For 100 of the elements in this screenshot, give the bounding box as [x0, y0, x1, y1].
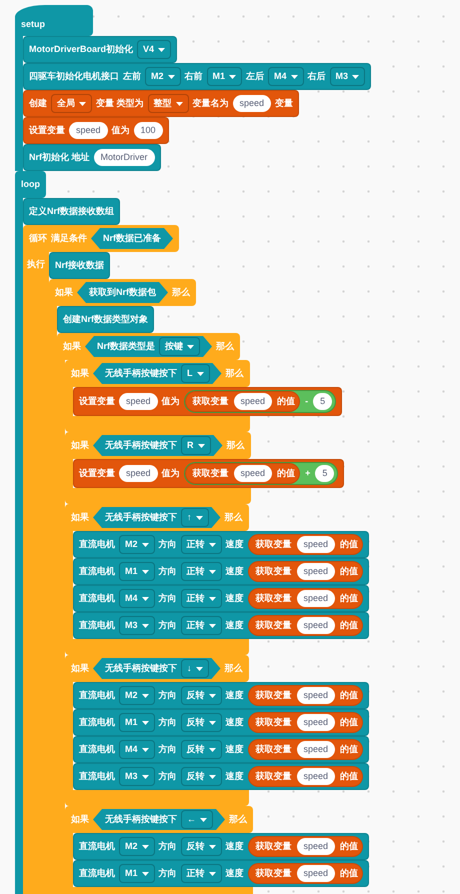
- value-field[interactable]: speed: [234, 465, 272, 482]
- dropdown[interactable]: ↑: [181, 508, 208, 527]
- dropdown[interactable]: 反转: [180, 713, 222, 732]
- value-field[interactable]: speed: [296, 590, 336, 607]
- caret-icon: [196, 516, 202, 520]
- block-label: 如果: [71, 512, 89, 523]
- caret-icon: [200, 818, 207, 822]
- value-field[interactable]: speed: [232, 95, 272, 112]
- dropdown[interactable]: 按键: [159, 337, 200, 356]
- value-field[interactable]: speed: [296, 865, 336, 882]
- value-field[interactable]: speed: [296, 714, 336, 731]
- caret-icon: [198, 444, 204, 448]
- block-label: 左后: [246, 71, 264, 82]
- value-field[interactable]: speed: [234, 393, 272, 410]
- dropdown[interactable]: 反转: [180, 837, 222, 856]
- block-label: 获取变量: [256, 717, 292, 728]
- caret-icon: [196, 372, 204, 376]
- block-label: 设置变量: [29, 125, 65, 136]
- block-label: 直流电机: [79, 717, 115, 728]
- dropdown[interactable]: R: [181, 436, 210, 455]
- block-label: 那么: [224, 512, 242, 523]
- value-field[interactable]: 5: [313, 393, 332, 410]
- block-label: 执行: [26, 259, 46, 270]
- block-label: 那么: [216, 341, 234, 352]
- value-field[interactable]: speed: [119, 465, 158, 482]
- caret-icon: [142, 720, 149, 724]
- dropdown[interactable]: V4: [137, 40, 172, 59]
- block-label: 获取变量: [192, 468, 229, 479]
- dropdown[interactable]: M2: [119, 686, 155, 705]
- dropdown[interactable]: M1: [119, 864, 155, 883]
- dropdown[interactable]: 反转: [180, 740, 222, 759]
- block-label: 速度: [226, 566, 244, 577]
- block-label: 那么: [226, 440, 244, 451]
- value-field[interactable]: speed: [296, 536, 336, 553]
- dropdown[interactable]: ←: [181, 810, 213, 829]
- block-label: 方向: [158, 620, 177, 631]
- dropdown[interactable]: M4: [268, 67, 304, 86]
- dropdown[interactable]: 正转: [180, 616, 222, 635]
- block-label: 如果: [71, 368, 89, 379]
- block-label: 方向: [158, 593, 177, 604]
- caret-icon: [142, 872, 149, 876]
- dropdown[interactable]: 正转: [180, 562, 222, 581]
- block-label: 那么: [226, 368, 244, 379]
- block-label: 直流电机: [79, 539, 115, 550]
- block-label: 的值: [340, 539, 358, 550]
- caret-icon: [196, 666, 202, 670]
- value-field[interactable]: 5: [315, 465, 334, 482]
- block-label: 速度: [226, 593, 244, 604]
- dropdown[interactable]: M1: [119, 562, 155, 581]
- dropdown[interactable]: M4: [119, 589, 155, 608]
- value-field[interactable]: speed: [119, 393, 158, 410]
- dropdown[interactable]: M3: [119, 767, 155, 786]
- dropdown[interactable]: 反转: [180, 686, 222, 705]
- block-label: 方向: [158, 841, 177, 852]
- value-field[interactable]: speed: [296, 768, 336, 785]
- value-field[interactable]: speed: [296, 741, 336, 758]
- value-field[interactable]: 100: [134, 122, 163, 139]
- block-label: 方向: [158, 868, 177, 879]
- block-label: MotorDriverBoard初始化: [29, 44, 134, 55]
- dropdown[interactable]: M3: [330, 67, 366, 86]
- block-label: 速度: [226, 744, 244, 755]
- block-label: 速度: [226, 717, 244, 728]
- block-label: 方向: [158, 717, 177, 728]
- dropdown[interactable]: M3: [119, 616, 155, 635]
- dropdown[interactable]: M2: [119, 837, 155, 856]
- dropdown[interactable]: 全局: [51, 94, 92, 113]
- value-field[interactable]: speed: [296, 617, 336, 634]
- block-label: 循环: [29, 233, 47, 244]
- dropdown[interactable]: 反转: [180, 767, 222, 786]
- block-label: 获取变量: [192, 396, 229, 407]
- dropdown[interactable]: 正转: [180, 864, 222, 883]
- dropdown[interactable]: 整型: [148, 94, 189, 113]
- dropdown[interactable]: M1: [119, 713, 155, 732]
- value-field[interactable]: MotorDriver: [94, 149, 155, 166]
- caret-icon: [142, 542, 149, 546]
- dropdown[interactable]: ↓: [181, 659, 208, 678]
- dropdown[interactable]: M4: [119, 740, 155, 759]
- caret-icon: [187, 344, 194, 348]
- caret-icon: [208, 542, 216, 546]
- block-label: 右前: [184, 71, 203, 82]
- dropdown[interactable]: M2: [119, 535, 155, 554]
- dropdown[interactable]: M1: [206, 67, 242, 86]
- value-field[interactable]: speed: [296, 838, 336, 855]
- block-label: 那么: [224, 663, 242, 674]
- block-label: 的值: [340, 841, 358, 852]
- caret-icon: [208, 720, 216, 724]
- block-label: 变量 类型为: [96, 98, 144, 109]
- dropdown[interactable]: 正转: [180, 589, 222, 608]
- dropdown[interactable]: 正转: [180, 535, 222, 554]
- block-label: 的值: [340, 690, 358, 701]
- dropdown[interactable]: L: [181, 364, 210, 383]
- block-label: 右后: [308, 71, 326, 82]
- value-field[interactable]: speed: [296, 563, 336, 580]
- block-label: Nrf数据类型是: [97, 341, 155, 352]
- block-label: 无线手柄按键按下: [105, 368, 177, 379]
- value-field[interactable]: speed: [69, 122, 108, 139]
- dropdown[interactable]: M2: [145, 67, 181, 86]
- block-label: 直流电机: [79, 566, 115, 577]
- block-label: 直流电机: [79, 868, 115, 879]
- value-field[interactable]: speed: [296, 687, 336, 704]
